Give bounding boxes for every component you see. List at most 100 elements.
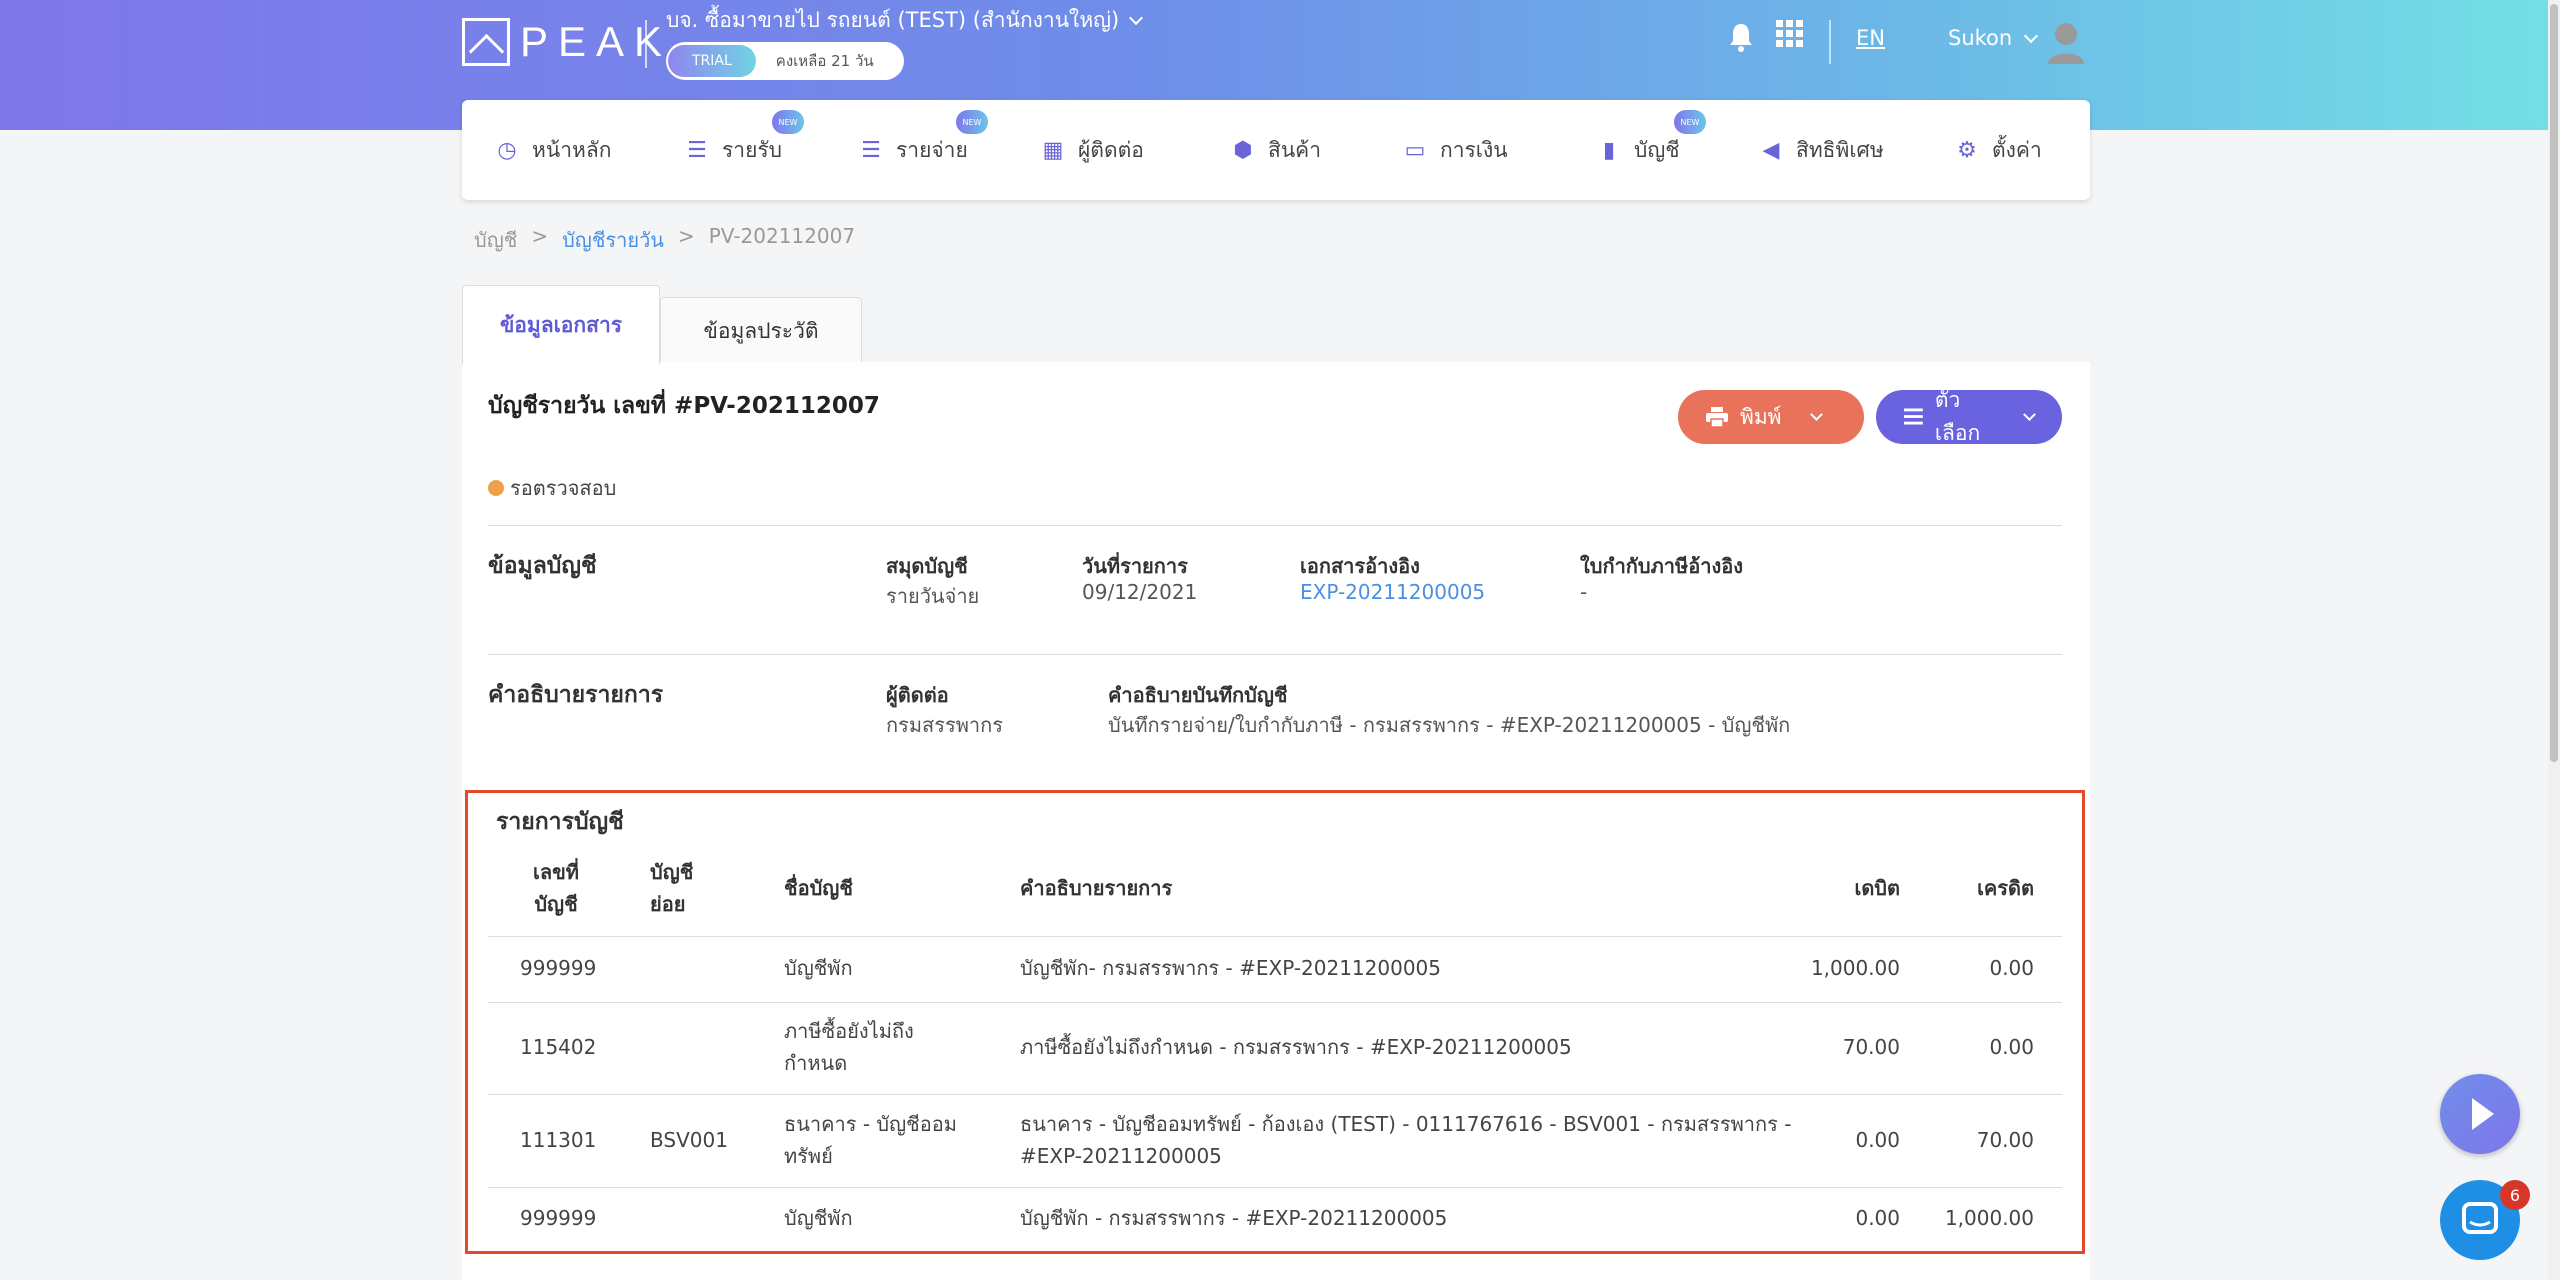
trial-tag: TRIAL bbox=[668, 45, 756, 77]
nav-item-privileges[interactable]: ◀ สิทธิพิเศษ bbox=[1758, 132, 1884, 168]
cell-account-no: 115402 bbox=[520, 1035, 597, 1059]
avatar-icon[interactable] bbox=[2046, 20, 2086, 64]
logo-mark-icon bbox=[462, 18, 510, 66]
journal-label: สมุดบัญชี bbox=[886, 554, 968, 578]
breadcrumb: บัญชี > บัญชีรายวัน > PV-202112007 bbox=[474, 224, 855, 256]
cell-debit: 70.00 bbox=[1842, 1035, 1900, 1059]
cell-account-name: บัญชีพัก bbox=[784, 956, 853, 980]
language-toggle[interactable]: EN bbox=[1856, 26, 1885, 50]
income-list-icon: ☰ bbox=[687, 137, 707, 163]
cell-account-name: บัญชีพัก bbox=[784, 1206, 853, 1230]
company-name: บจ. ซื้อมาขายไป รถยนต์ (TEST) (สำนักงานใ… bbox=[666, 7, 1120, 32]
cell-description: ภาษีซื้อยังไม่ถึงกำหนด - กรมสรรพากร - #E… bbox=[1020, 1035, 1572, 1059]
nav-item-finance[interactable]: ▭ การเงิน bbox=[1402, 132, 1508, 168]
options-button[interactable]: ตัวเลือก bbox=[1876, 388, 2062, 445]
print-button[interactable]: พิมพ์ bbox=[1678, 390, 1864, 444]
cell-debit: 0.00 bbox=[1855, 1128, 1900, 1152]
trial-status: TRIAL คงเหลือ 21 วัน bbox=[666, 42, 904, 80]
header-text: เลขที่ bbox=[533, 860, 579, 884]
divider bbox=[488, 525, 2062, 526]
cell-credit: 1,000.00 bbox=[1944, 1206, 2034, 1230]
tax-invoice-ref-label: ใบกำกับภาษีอ้างอิง bbox=[1580, 554, 1743, 578]
header-credit: เครดิต bbox=[1977, 876, 2034, 900]
date-value: 09/12/2021 bbox=[1082, 580, 1198, 604]
new-badge: NEW bbox=[1674, 110, 1706, 134]
cell-text: ทรัพย์ bbox=[784, 1144, 833, 1168]
expense-list-icon: ☰ bbox=[861, 137, 881, 163]
nav-item-settings[interactable]: ⚙ ตั้งค่า bbox=[1954, 132, 2042, 168]
nav-item-label: ผู้ติดต่อ bbox=[1078, 137, 1144, 162]
nav-item-label: สิทธิพิเศษ bbox=[1796, 137, 1884, 162]
money-icon: ▭ bbox=[1404, 137, 1426, 163]
cell-text: กำหนด bbox=[784, 1051, 848, 1075]
cell-text: ธนาคาร - บัญชีออม bbox=[784, 1112, 957, 1136]
reference-link[interactable]: EXP-20211200005 bbox=[1300, 580, 1485, 604]
ledger-title: รายการบัญชี bbox=[496, 809, 624, 835]
printer-icon bbox=[1706, 407, 1728, 427]
header-account-name: ชื่อบัญชี bbox=[784, 876, 853, 900]
cell-account-name: ภาษีซื้อยังไม่ถึง กำหนด bbox=[784, 1015, 914, 1079]
product-box-icon: ⬢ bbox=[1233, 137, 1253, 163]
user-name: Sukon bbox=[1948, 26, 2013, 50]
bell-icon[interactable] bbox=[1728, 22, 1754, 52]
ledger-icon: ▮ bbox=[1602, 137, 1616, 163]
cell-account-name: ธนาคาร - บัญชีออม ทรัพย์ bbox=[784, 1108, 957, 1172]
megaphone-icon: ◀ bbox=[1762, 137, 1780, 163]
breadcrumb-separator: > bbox=[677, 224, 695, 248]
cell-description: บัญชีพัก- กรมสรรพากร - #EXP-20211200005 bbox=[1020, 956, 1442, 980]
contact-label: ผู้ติดต่อ bbox=[886, 683, 949, 707]
cell-description: ธนาคาร - บัญชีออมทรัพย์ - ก้องเอง (TEST)… bbox=[1020, 1108, 1791, 1172]
breadcrumb-parent[interactable]: บัญชีรายวัน bbox=[562, 224, 664, 256]
nav-item-label: การเงิน bbox=[1440, 137, 1508, 162]
breadcrumb-separator: > bbox=[531, 224, 549, 248]
header-text: บัญชี bbox=[650, 860, 694, 884]
header-text: บัญชี bbox=[534, 892, 578, 916]
cell-description: บัญชีพัก - กรมสรรพากร - #EXP-20211200005 bbox=[1020, 1206, 1448, 1230]
nav-item-contacts[interactable]: ▦ ผู้ติดต่อ bbox=[1040, 132, 1144, 168]
nav-item-label: สินค้า bbox=[1268, 137, 1322, 162]
date-label: วันที่รายการ bbox=[1082, 554, 1188, 578]
row-divider bbox=[488, 1187, 2062, 1188]
breadcrumb-current: PV-202112007 bbox=[708, 224, 856, 248]
nav-item-label: หน้าหลัก bbox=[532, 137, 612, 162]
user-menu[interactable]: Sukon bbox=[1948, 26, 2039, 50]
tab-document-info[interactable]: ข้อมูลเอกสาร bbox=[462, 285, 660, 365]
logo-text: PEAK bbox=[520, 18, 673, 65]
nav-item-expense[interactable]: ☰ รายจ่าย NEW bbox=[858, 110, 988, 168]
cell-account-no: 999999 bbox=[520, 956, 597, 980]
nav-item-label: รายรับ bbox=[722, 137, 782, 162]
account-info-title: ข้อมูลบัญชี bbox=[488, 553, 597, 579]
divider bbox=[488, 654, 2062, 655]
top-divider bbox=[1829, 20, 1831, 64]
gear-icon: ⚙ bbox=[1957, 137, 1977, 163]
menu-lines-icon bbox=[1904, 408, 1923, 425]
row-divider bbox=[488, 1094, 2062, 1095]
status-badge: รอตรวจสอบ bbox=[488, 472, 616, 504]
chevron-down-icon bbox=[1129, 10, 1144, 25]
journal-note-value: บันทึกรายจ่าย/ใบกำกับภาษี - กรมสรรพากร -… bbox=[1108, 713, 1791, 737]
nav-item-products[interactable]: ⬢ สินค้า bbox=[1230, 132, 1321, 168]
cell-credit: 0.00 bbox=[1989, 956, 2034, 980]
nav-item-label: ตั้งค่า bbox=[1992, 137, 2042, 162]
new-badge: NEW bbox=[956, 110, 988, 134]
tab-history[interactable]: ข้อมูลประวัติ bbox=[660, 297, 862, 365]
nav-item-home[interactable]: ◷ หน้าหลัก bbox=[494, 132, 611, 168]
company-selector[interactable]: บจ. ซื้อมาขายไป รถยนต์ (TEST) (สำนักงานใ… bbox=[666, 4, 1144, 36]
peak-logo[interactable]: PEAK bbox=[462, 18, 672, 66]
nav-item-income[interactable]: ☰ รายรับ NEW bbox=[684, 110, 804, 168]
tutorial-play-button[interactable] bbox=[2440, 1074, 2520, 1154]
apps-grid-icon[interactable] bbox=[1776, 20, 1804, 48]
cell-credit: 0.00 bbox=[1989, 1035, 2034, 1059]
page-title: บัญชีรายวัน เลขที่ #PV-202112007 bbox=[488, 393, 880, 419]
header-account-no: เลขที่ บัญชี bbox=[514, 856, 598, 920]
print-button-label: พิมพ์ bbox=[1740, 404, 1782, 429]
dashboard-icon: ◷ bbox=[497, 137, 517, 163]
trial-days-left: คงเหลือ 21 วัน bbox=[775, 52, 874, 70]
breadcrumb-root[interactable]: บัญชี bbox=[474, 224, 517, 256]
header-sub-account: บัญชี ย่อย bbox=[650, 856, 693, 920]
nav-item-accounting[interactable]: ▮ บัญชี NEW bbox=[1596, 110, 1706, 168]
cell-debit: 0.00 bbox=[1855, 1206, 1900, 1230]
header-divider bbox=[645, 20, 647, 68]
scrollbar-thumb[interactable] bbox=[2550, 4, 2558, 762]
status-dot bbox=[488, 480, 504, 496]
